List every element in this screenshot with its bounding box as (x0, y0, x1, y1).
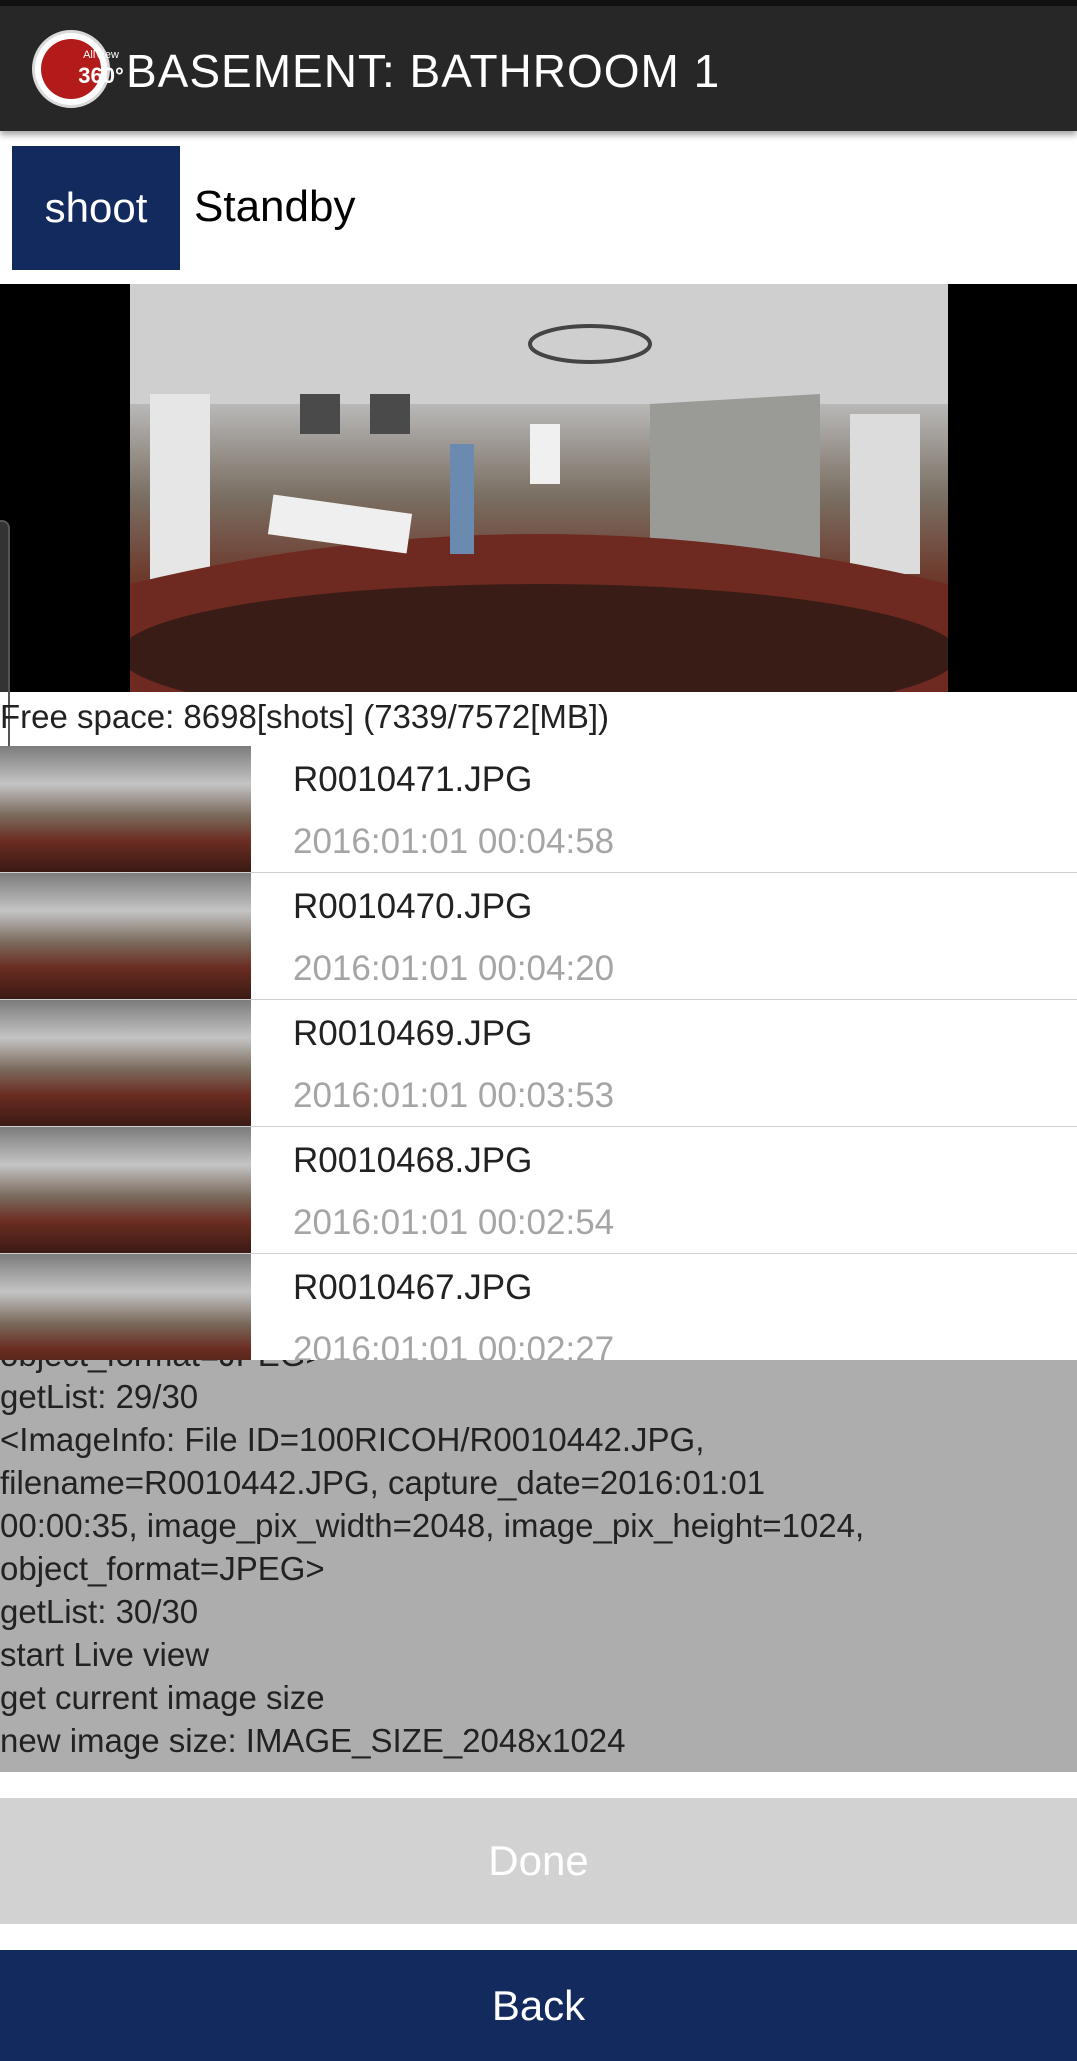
free-space-label: Free space: 8698[shots] (7339/7572[MB]) (0, 698, 610, 735)
list-item[interactable]: R0010470.JPG 2016:01:01 00:04:20 (0, 873, 1077, 1000)
file-name: R0010467.JPG (293, 1268, 533, 1307)
file-date: 2016:01:01 00:02:27 (293, 1330, 615, 1360)
log-line: 00:00:35, image_pix_width=2048, image_pi… (0, 1507, 865, 1544)
file-name: R0010471.JPG (293, 760, 533, 799)
panorama-image (130, 284, 948, 692)
log-line: getList: 30/30 (0, 1593, 199, 1630)
camera-status: Standby (194, 182, 356, 231)
log-line: object_format=JPEG> (0, 1550, 325, 1587)
back-button[interactable]: Back (0, 1950, 1077, 2061)
log-line: get current image size (0, 1679, 325, 1716)
thumbnail-image (0, 1254, 251, 1360)
list-item[interactable]: R0010471.JPG 2016:01:01 00:04:58 (0, 746, 1077, 873)
file-date: 2016:01:01 00:04:58 (293, 822, 615, 861)
log-line: new image size: IMAGE_SIZE_2048x1024 (0, 1722, 626, 1759)
file-name: R0010469.JPG (293, 1014, 533, 1053)
thumbnail-image (0, 873, 251, 999)
log-line: filename=R0010442.JPG, capture_date=2016… (0, 1464, 766, 1501)
log-line: <ImageInfo: File ID=100RICOH/R0010442.JP… (0, 1421, 705, 1458)
shoot-button[interactable]: shoot (12, 146, 180, 270)
file-date: 2016:01:01 00:03:53 (293, 1076, 615, 1115)
thumbnail-image (0, 746, 251, 872)
thumbnail-image (0, 1000, 251, 1126)
file-name: R0010470.JPG (293, 887, 533, 926)
list-item[interactable]: R0010468.JPG 2016:01:01 00:02:54 (0, 1127, 1077, 1254)
file-date: 2016:01:01 00:04:20 (293, 949, 615, 988)
list-item[interactable]: R0010467.JPG 2016:01:01 00:02:27 (0, 1254, 1077, 1360)
log-console[interactable]: object_format=JPEG> getList: 29/30 <Imag… (0, 1360, 1077, 1772)
log-line: getList: 29/30 (0, 1378, 199, 1415)
list-item[interactable]: R0010469.JPG 2016:01:01 00:03:53 (0, 1000, 1077, 1127)
log-line: object_format=JPEG> (0, 1360, 325, 1374)
live-preview (0, 284, 1077, 692)
thumbnail-image (0, 1127, 251, 1253)
page-title: BASEMENT: BATHROOM 1 (126, 45, 721, 97)
allview-360-logo-icon: AllView 360° (32, 30, 124, 108)
file-list[interactable]: R0010471.JPG 2016:01:01 00:04:58 R001047… (0, 746, 1077, 1360)
app-bar: AllView 360° BASEMENT: BATHROOM 1 (0, 0, 1077, 131)
log-line: start Live view (0, 1636, 210, 1673)
file-date: 2016:01:01 00:02:54 (293, 1203, 615, 1242)
done-button[interactable]: Done (0, 1798, 1077, 1924)
file-name: R0010468.JPG (293, 1141, 533, 1180)
